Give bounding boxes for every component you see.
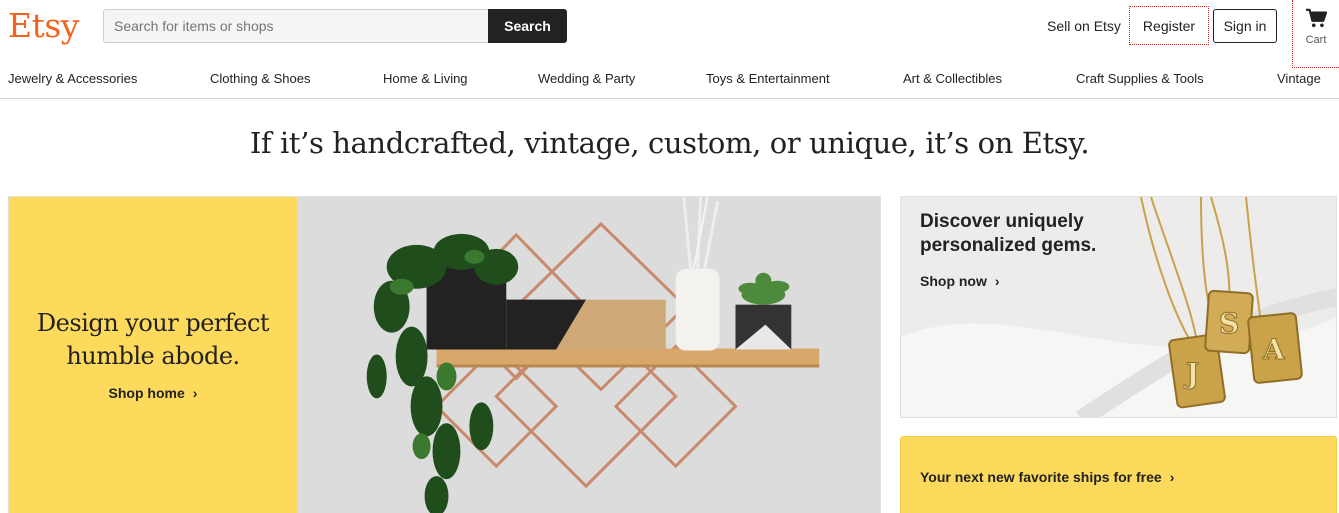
register-button[interactable]: Register	[1129, 6, 1209, 45]
chevron-right-icon: ›	[192, 385, 198, 401]
search-input[interactable]	[103, 9, 488, 43]
pendant-letter-a: A	[1262, 333, 1286, 366]
category-craft[interactable]: Craft Supplies & Tools	[1076, 71, 1204, 86]
category-art[interactable]: Art & Collectibles	[903, 71, 1002, 86]
page-tagline: If it’s handcrafted, vintage, custom, or…	[249, 126, 1090, 160]
promo-title: Discover uniquely personalized gems.	[920, 211, 1097, 256]
hero-title: Design your perfect humble abode.	[36, 309, 270, 370]
free-shipping-link[interactable]: Your next new favorite ships for free ›	[920, 469, 1174, 485]
chevron-right-icon: ›	[1169, 469, 1175, 485]
category-vintage[interactable]: Vintage	[1277, 71, 1321, 86]
sell-on-etsy-link[interactable]: Sell on Etsy	[1047, 18, 1121, 34]
etsy-logo[interactable]: Etsy	[8, 6, 79, 46]
pendant-letter-j: J	[1183, 357, 1199, 390]
pendant-letter-s: S	[1219, 307, 1239, 340]
shop-now-link[interactable]: Shop now ›	[920, 273, 1000, 289]
sign-in-button[interactable]: Sign in	[1213, 9, 1277, 43]
search-bar: Search	[103, 9, 567, 43]
hero-text-panel: Design your perfect humble abode. Shop h…	[9, 197, 297, 513]
category-jewelry[interactable]: Jewelry & Accessories	[8, 71, 137, 86]
category-clothing[interactable]: Clothing & Shoes	[210, 71, 310, 86]
free-shipping-banner[interactable]: Your next new favorite ships for free ›	[900, 436, 1337, 513]
category-home[interactable]: Home & Living	[383, 71, 468, 86]
chevron-right-icon: ›	[994, 273, 1000, 289]
personalized-gems-card[interactable]: J S A Discover uniquely personalized gem…	[900, 196, 1337, 418]
category-toys[interactable]: Toys & Entertainment	[706, 71, 830, 86]
cart-icon	[1306, 8, 1327, 28]
shop-home-link[interactable]: Shop home ›	[109, 385, 198, 401]
search-button[interactable]: Search	[488, 9, 567, 43]
cart-label: Cart	[1305, 34, 1327, 46]
category-wedding[interactable]: Wedding & Party	[538, 71, 635, 86]
hero-shelf-image	[297, 197, 880, 513]
category-nav: Jewelry & Accessories Clothing & Shoes H…	[0, 66, 1339, 99]
hero-banner[interactable]: Design your perfect humble abode. Shop h…	[8, 196, 881, 513]
cart-button[interactable]: Cart	[1292, 0, 1339, 68]
